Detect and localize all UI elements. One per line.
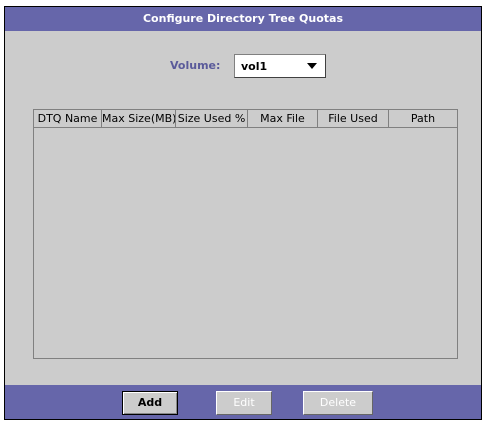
column-header-max-file[interactable]: Max File — [248, 110, 318, 127]
volume-label: Volume: — [170, 59, 221, 72]
delete-button[interactable]: Delete — [303, 391, 373, 415]
column-header-file-used[interactable]: File Used — [318, 110, 389, 127]
add-button[interactable]: Add — [122, 391, 178, 415]
chevron-down-icon — [307, 63, 317, 69]
column-header-size-used[interactable]: Size Used % — [176, 110, 248, 127]
button-bar: Add Edit Delete — [5, 385, 481, 419]
dialog-title: Configure Directory Tree Quotas — [5, 7, 481, 31]
table-header: DTQ Name Max Size(MB) Size Used % Max Fi… — [34, 110, 457, 128]
volume-dropdown[interactable]: vol1 — [234, 54, 326, 78]
column-header-path[interactable]: Path — [389, 110, 457, 127]
dialog-window: Configure Directory Tree Quotas Volume: … — [4, 6, 482, 420]
dtq-table[interactable]: DTQ Name Max Size(MB) Size Used % Max Fi… — [33, 109, 458, 359]
edit-button[interactable]: Edit — [216, 391, 272, 415]
volume-selected-value: vol1 — [241, 60, 268, 73]
column-header-max-size[interactable]: Max Size(MB) — [102, 110, 176, 127]
column-header-dtq-name[interactable]: DTQ Name — [34, 110, 102, 127]
